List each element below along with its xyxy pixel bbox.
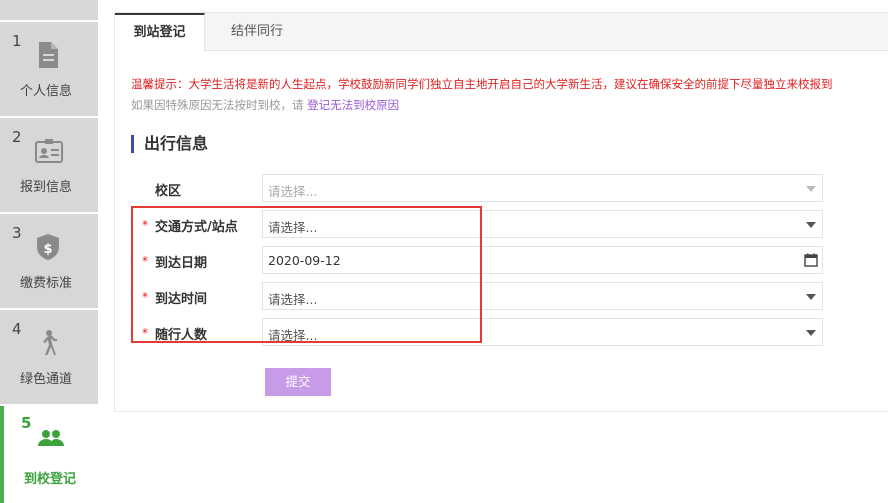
step-arrival-registration[interactable]: 5 到校登记 <box>0 406 98 503</box>
steps-sidebar: 1 个人信息 2 报到信息 3 $ 缴费标准 4 绿色通道 5 到校登记 <box>0 0 98 503</box>
calendar-icon[interactable] <box>804 253 818 267</box>
form-row-campus: 校区 请选择... <box>115 174 888 202</box>
svg-text:$: $ <box>43 242 52 257</box>
sidebar-top-strip <box>0 0 98 20</box>
notice-absence: 如果因特殊原因无法按时到校，请 登记无法到校原因 <box>131 97 399 113</box>
id-card-icon <box>34 136 63 166</box>
campus-select[interactable]: 请选择... <box>262 174 823 202</box>
section-title: 出行信息 <box>131 135 208 153</box>
step-green-channel[interactable]: 4 绿色通道 <box>0 310 98 404</box>
step-number: 5 <box>21 414 32 432</box>
step-number: 3 <box>12 224 22 242</box>
campus-label: 校区 <box>155 184 182 199</box>
campus-value: 请选择... <box>268 184 318 199</box>
document-icon <box>34 40 62 70</box>
content-panel: 到站登记 结伴同行 温馨提示：大学生活将是新的人生起点，学校鼓励新同学们独立自主… <box>114 12 888 412</box>
highlight-box <box>131 206 482 343</box>
dollar-shield-icon: $ <box>34 232 62 262</box>
chevron-down-icon <box>806 222 816 228</box>
step-number: 2 <box>12 128 22 146</box>
tab-bar: 到站登记 结伴同行 <box>115 13 888 52</box>
step-fee-standard[interactable]: 3 $ 缴费标准 <box>0 214 98 308</box>
walking-person-icon <box>34 328 62 358</box>
step-label: 报到信息 <box>19 180 72 195</box>
absence-reason-link[interactable]: 登记无法到校原因 <box>307 98 399 112</box>
chevron-down-icon <box>806 186 816 192</box>
step-label: 到校登记 <box>23 472 76 487</box>
step-registration-info[interactable]: 2 报到信息 <box>0 118 98 212</box>
submit-button[interactable]: 提交 <box>265 368 331 396</box>
step-number: 4 <box>12 320 22 338</box>
step-label: 绿色通道 <box>19 372 72 387</box>
step-personal-info[interactable]: 1 个人信息 <box>0 22 98 116</box>
chevron-down-icon <box>806 330 816 336</box>
people-icon <box>36 428 64 458</box>
notice-absence-text: 如果因特殊原因无法按时到校，请 <box>131 98 304 112</box>
step-label: 个人信息 <box>19 84 72 99</box>
tab-travel-together[interactable]: 结伴同行 <box>205 13 309 51</box>
notice-tip: 温馨提示：大学生活将是新的人生起点，学校鼓励新同学们独立自主地开启自己的大学新生… <box>131 77 833 91</box>
step-label: 缴费标准 <box>19 276 72 291</box>
chevron-down-icon <box>806 294 816 300</box>
tab-station-registration[interactable]: 到站登记 <box>115 13 205 52</box>
step-number: 1 <box>12 32 22 50</box>
